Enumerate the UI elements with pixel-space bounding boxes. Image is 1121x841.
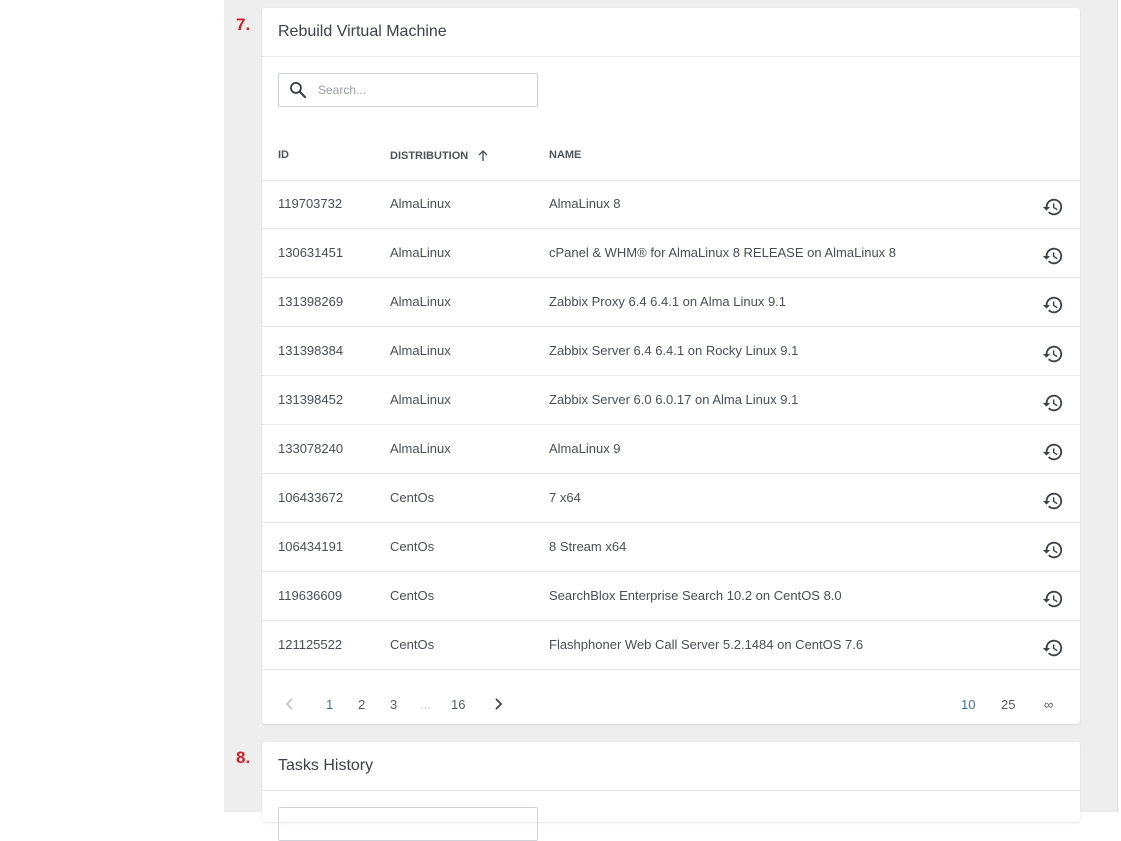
cell-id: 133078240 (278, 441, 344, 456)
table-row: 106434191 CentOs 8 Stream x64 (262, 523, 1080, 572)
restore-icon[interactable] (1042, 294, 1064, 316)
cell-name: 8 Stream x64 (549, 539, 627, 554)
table-row: 133078240 AlmaLinux AlmaLinux 9 (262, 425, 1080, 474)
page-link-16[interactable]: 16 (451, 697, 465, 712)
cell-id: 121125522 (278, 637, 343, 652)
table-row: 130631451 AlmaLinux cPanel & WHM® for Alma… (262, 229, 1080, 278)
cell-name: cPanel & WHM® for AlmaLinux 8 RELEASE on… (549, 245, 897, 260)
page-link-1[interactable]: 1 (326, 697, 333, 712)
table-body: 119703732 AlmaLinux AlmaLinux 8 130631451 Al… (262, 180, 1080, 670)
table-row: 119636609 CentOs SearchBlox Enterprise Sea… (262, 572, 1080, 621)
restore-icon[interactable] (1042, 343, 1064, 365)
restore-icon[interactable] (1042, 490, 1064, 512)
table-row: 131398269 AlmaLinux Zabbix Proxy 6.4 6.4.1… (262, 278, 1080, 327)
cell-distribution: AlmaLinux (390, 294, 451, 309)
card-title: Rebuild Virtual Machine (262, 8, 1080, 57)
cell-name: Zabbix Server 6.0 6.0.17 on Alma Linux 9… (549, 392, 799, 407)
page-size-25[interactable]: 25 (1001, 697, 1015, 712)
rebuild-vm-card: Rebuild Virtual Machine ID DISTRIBUTION … (262, 8, 1080, 724)
restore-icon[interactable] (1042, 441, 1064, 463)
page-size-all[interactable]: ∞ (1044, 697, 1053, 712)
cell-id: 131398452 (278, 392, 344, 407)
cell-id: 106434191 (278, 539, 344, 554)
column-header-name[interactable]: NAME (549, 149, 581, 161)
cell-distribution: AlmaLinux (390, 196, 451, 211)
cell-distribution: CentOs (390, 588, 435, 603)
page-size-10[interactable]: 10 (961, 697, 975, 712)
restore-icon[interactable] (1042, 392, 1064, 414)
restore-icon[interactable] (1042, 196, 1064, 218)
restore-icon[interactable] (1042, 588, 1064, 610)
table-row: 106433672 CentOs 7 x64 (262, 474, 1080, 523)
restore-icon[interactable] (1042, 637, 1064, 659)
step-number-7: 7. (236, 15, 251, 34)
cell-name: Flashphoner Web Call Server 5.2.1484 on … (549, 637, 864, 652)
column-header-distribution-label: DISTRIBUTION (390, 149, 469, 162)
scrollbar-track[interactable] (1117, 0, 1121, 812)
pagination: 1 2 3 ... 16 10 25 ∞ (262, 680, 1080, 727)
table-header: ID DISTRIBUTION NAME (262, 125, 1080, 181)
page-ellipsis: ... (420, 697, 431, 712)
next-page-icon[interactable] (492, 697, 504, 714)
cell-distribution: AlmaLinux (390, 392, 451, 407)
arrow-up-icon (478, 150, 488, 161)
table-row: 131398384 AlmaLinux Zabbix Server 6.4 6.4.… (262, 327, 1080, 376)
cell-distribution: AlmaLinux (390, 245, 451, 260)
cell-id: 131398269 (278, 294, 344, 309)
page-link-3[interactable]: 3 (390, 697, 397, 712)
restore-icon[interactable] (1042, 245, 1064, 267)
table-row: 131398452 AlmaLinux Zabbix Server 6.0 6.0.… (262, 376, 1080, 425)
cell-distribution: AlmaLinux (390, 441, 451, 456)
step-number-8: 8. (236, 748, 251, 767)
table-row: 119703732 AlmaLinux AlmaLinux 8 (262, 180, 1080, 229)
cell-id: 131398384 (278, 343, 344, 358)
cell-id: 119703732 (278, 196, 343, 211)
table-row: 121125522 CentOs Flashphoner Web Call Serv… (262, 621, 1080, 670)
search-icon (290, 82, 307, 99)
restore-icon[interactable] (1042, 539, 1064, 561)
cell-distribution: CentOs (390, 637, 435, 652)
cell-id: 106433672 (278, 490, 344, 505)
cell-id: 119636609 (278, 588, 343, 603)
column-header-id[interactable]: ID (278, 149, 289, 161)
prev-page-icon[interactable] (284, 697, 296, 714)
cell-name: AlmaLinux 8 (549, 196, 621, 211)
card-title: Tasks History (262, 742, 1080, 791)
page-link-2[interactable]: 2 (358, 697, 365, 712)
cell-name: AlmaLinux 9 (549, 441, 621, 456)
cell-name: Zabbix Proxy 6.4 6.4.1 on Alma Linux 9.1 (549, 294, 787, 309)
cell-distribution: CentOs (390, 490, 435, 505)
search-input[interactable] (318, 76, 518, 104)
cell-distribution: CentOs (390, 539, 435, 554)
cell-name: 7 x64 (549, 490, 581, 505)
cell-distribution: AlmaLinux (390, 343, 451, 358)
cell-id: 130631451 (278, 245, 344, 260)
cell-name: Zabbix Server 6.4 6.4.1 on Rocky Linux 9… (549, 343, 799, 358)
cell-name: SearchBlox Enterprise Search 10.2 on Cen… (549, 588, 842, 603)
tasks-history-card: Tasks History (262, 742, 1080, 841)
search-field[interactable] (278, 73, 538, 107)
column-header-distribution[interactable]: DISTRIBUTION (390, 149, 489, 162)
tasks-search-field[interactable] (278, 807, 538, 841)
